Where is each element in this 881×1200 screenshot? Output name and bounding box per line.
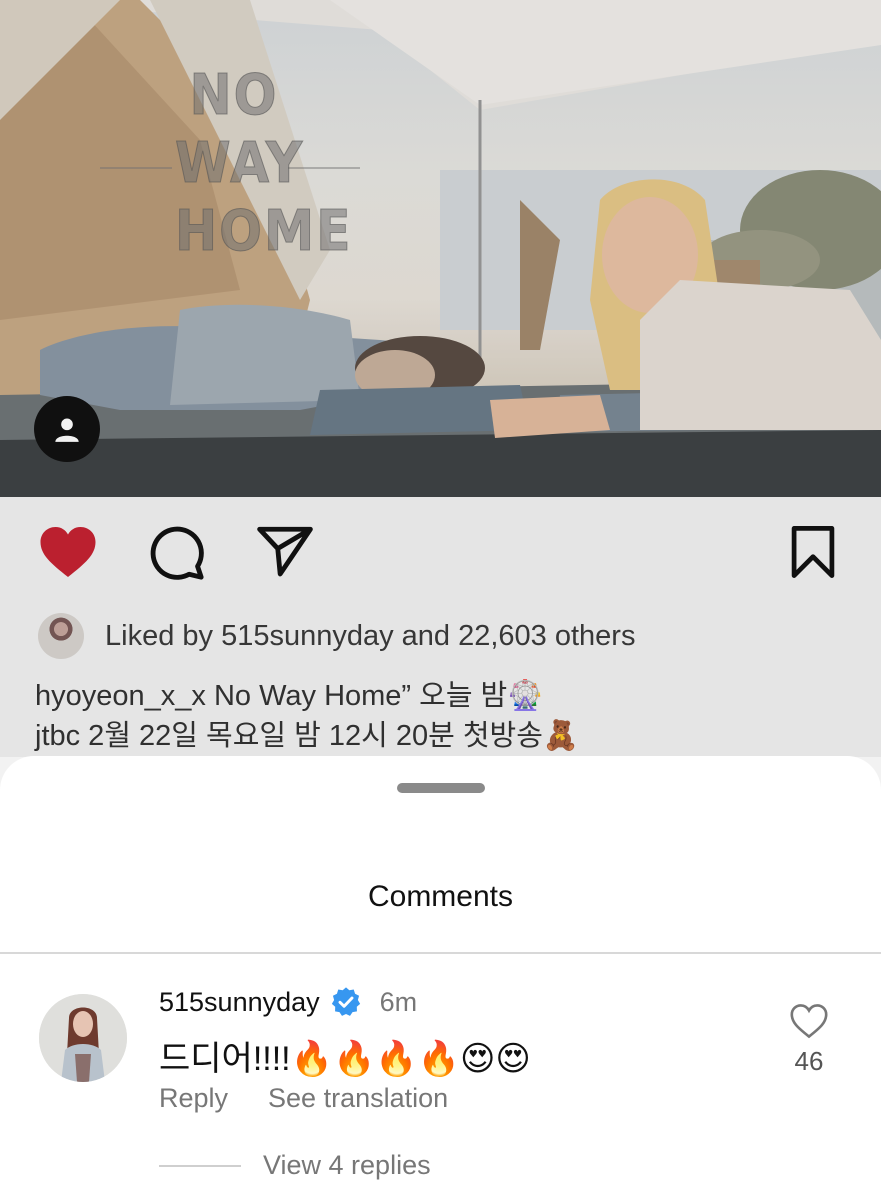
title-word-2: WAY	[175, 131, 305, 197]
view-replies-button[interactable]: View 4 replies	[159, 1150, 431, 1181]
sheet-divider	[0, 952, 881, 954]
verified-badge-icon	[331, 987, 360, 1016]
bookmark-icon	[791, 526, 835, 578]
replies-divider-line	[159, 1164, 241, 1167]
comment-header: 515sunnyday 6m	[159, 986, 417, 1018]
comment-actions: Reply See translation	[159, 1083, 448, 1114]
comment-like[interactable]: 46	[783, 1003, 835, 1077]
title-word-3: HOME	[175, 199, 353, 265]
comment-bubble-icon	[150, 526, 204, 580]
liked-by-text: Liked by 515sunnyday and 22,603 others	[105, 619, 636, 652]
view-replies-label: View 4 replies	[263, 1150, 431, 1180]
caption-line-2: jtbc 2월 22일 목요일 밤 12시 20분 첫방송🧸	[35, 720, 580, 752]
comment-username[interactable]: 515sunnyday	[159, 987, 320, 1018]
post-photo[interactable]: NO WAY HOME	[0, 0, 881, 497]
heart-filled-icon	[40, 527, 96, 577]
like-button[interactable]	[38, 524, 98, 585]
reply-button[interactable]: Reply	[159, 1083, 228, 1114]
show-title-overlay: NO WAY HOME	[175, 62, 353, 266]
liked-by-row[interactable]: Liked by 515sunnyday and 22,603 others	[38, 613, 635, 659]
comment-text: 드디어!!!!🔥🔥🔥🔥😍😍	[159, 1040, 531, 1078]
heart-outline-icon[interactable]	[789, 1003, 829, 1039]
caption-line-1: hyoyeon_x_x No Way Home” 오늘 밤🎡	[35, 680, 544, 712]
sheet-drag-handle[interactable]	[397, 783, 485, 793]
photo-scene	[0, 0, 881, 497]
commenter-avatar[interactable]	[39, 994, 127, 1082]
paper-plane-icon	[257, 526, 313, 577]
comments-sheet: Comments 515sunnyday 6m 드디어!!!!🔥🔥🔥🔥😍😍 Re…	[0, 756, 881, 1200]
title-word-1: NO	[189, 63, 279, 129]
tagged-people-button[interactable]	[34, 396, 100, 462]
liker-avatar	[38, 613, 84, 659]
person-tag-icon	[55, 418, 79, 442]
sheet-title: Comments	[367, 880, 514, 913]
comment-button[interactable]	[148, 524, 206, 587]
commenter-avatar-image	[39, 994, 127, 1082]
share-button[interactable]	[256, 524, 314, 583]
save-button[interactable]	[789, 526, 837, 583]
title-deco-line-left	[100, 167, 172, 169]
see-translation-button[interactable]: See translation	[268, 1083, 448, 1114]
comment-time: 6m	[379, 986, 418, 1017]
comment-like-count: 46	[794, 1046, 824, 1076]
post-caption: hyoyeon_x_x No Way Home” 오늘 밤🎡 jtbc 2월 2…	[35, 676, 579, 756]
